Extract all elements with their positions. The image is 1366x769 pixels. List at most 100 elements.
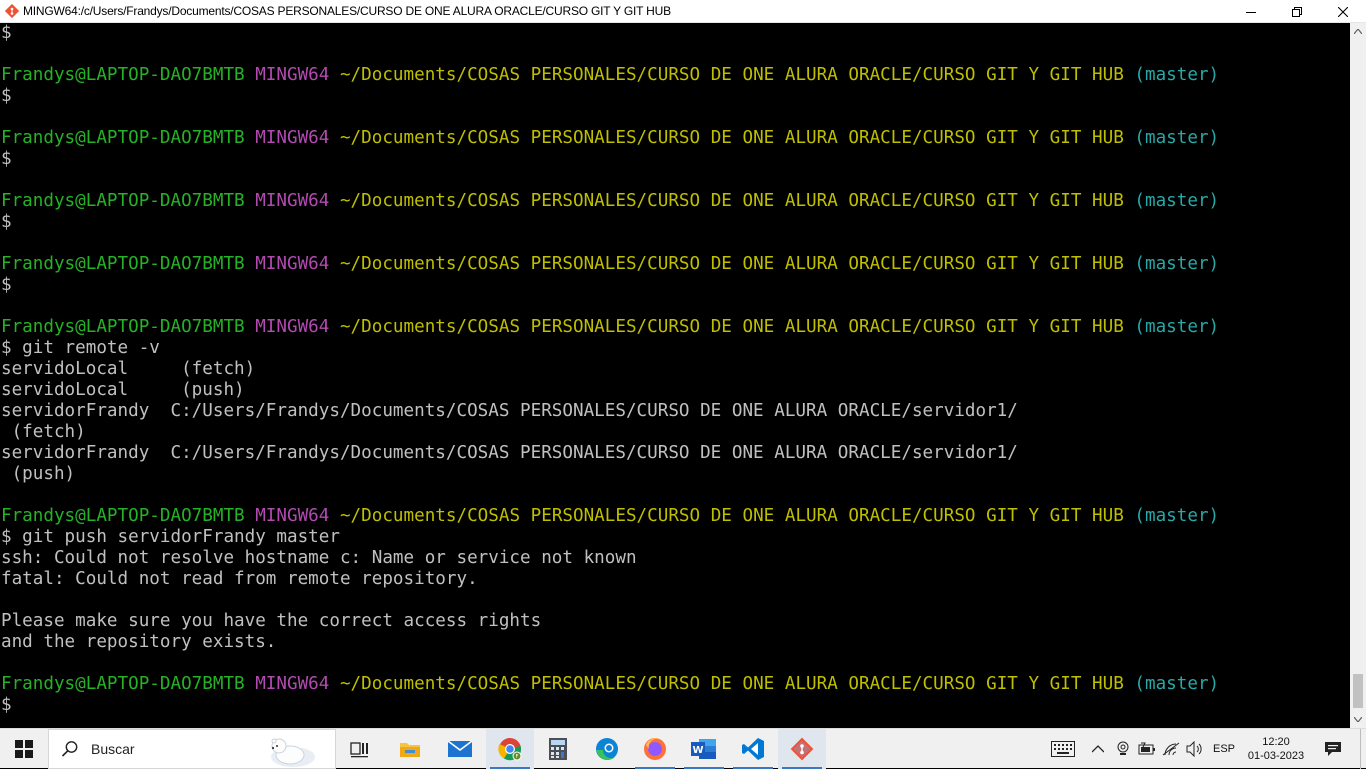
title-bar: MINGW64:/c/Users/Frandys/Documents/COSAS… [0,0,1366,23]
terminal-segment: MINGW64 [255,674,330,694]
file-explorer-button[interactable] [386,729,434,769]
terminal-segment: (master) [1134,506,1220,526]
firefox-button[interactable] [631,729,679,769]
word-icon: W [691,739,716,759]
chevron-down-icon [1354,717,1362,722]
terminal-line: Please make sure you have the correct ac… [1,611,1219,632]
terminal-segment [245,674,256,694]
terminal-scrollbar[interactable] [1350,23,1366,728]
terminal-segment [329,506,340,526]
search-icon [61,741,78,757]
terminal-segment [1124,317,1135,337]
terminal-segment: ssh: Could not resolve hostname c: Name … [1,548,637,568]
terminal-segment [329,317,340,337]
chrome-button[interactable]: F [486,729,534,769]
task-view-button[interactable] [336,729,384,769]
scroll-down-arrow[interactable] [1350,711,1366,728]
show-desktop-button[interactable] [1360,729,1366,769]
terminal-segment: (master) [1134,128,1220,148]
terminal-segment [329,191,340,211]
terminal-line: (fetch) [1,422,1219,443]
close-button[interactable] [1320,0,1366,23]
terminal-segment: $ [1,212,12,232]
taskbar: Buscar F W ESP 12:20 01-03-2023 [0,728,1366,769]
terminal-segment: servidorFrandy C:/Users/Frandys/Document… [1,401,1018,421]
input-language-button[interactable]: ESP [1209,729,1239,769]
volume-button[interactable] [1183,729,1207,769]
chevron-up-icon [1092,745,1104,753]
notification-icon [1325,742,1341,756]
window-title: MINGW64:/c/Users/Frandys/Documents/COSAS… [23,4,671,18]
word-button[interactable]: W [680,729,728,769]
meet-now-button[interactable] [1111,729,1135,769]
minimize-button[interactable] [1228,0,1274,23]
terminal-segment: Frandys@LAPTOP-DAO7BMTB [1,191,245,211]
terminal-segment: Frandys@LAPTOP-DAO7BMTB [1,506,245,526]
terminal-segment: (master) [1134,191,1220,211]
battery-icon [1138,742,1155,755]
terminal-segment: $ git remote -v [1,338,160,358]
scroll-thumb[interactable] [1353,674,1363,708]
terminal-segment: servidoLocal (push) [1,380,245,400]
terminal-segment: (master) [1134,674,1220,694]
touch-keyboard-button[interactable] [1046,729,1080,769]
terminal-line: $ [1,275,1219,296]
git-bash-button[interactable] [778,729,826,769]
calculator-button[interactable] [534,729,582,769]
scroll-up-arrow[interactable] [1350,23,1366,40]
terminal-segment: MINGW64 [255,317,330,337]
terminal-segment: ~/Documents/COSAS PERSONALES/CURSO DE ON… [339,191,1124,211]
terminal-line: $ git remote -v [1,338,1219,359]
terminal-segment: (master) [1134,317,1220,337]
vscode-icon [742,738,764,760]
terminal-segment: ~/Documents/COSAS PERSONALES/CURSO DE ON… [339,128,1124,148]
network-button[interactable] [1159,729,1183,769]
terminal-segment [245,506,256,526]
vscode-button[interactable] [729,729,777,769]
terminal-segment [329,254,340,274]
terminal-segment [245,191,256,211]
terminal-segment: Frandys@LAPTOP-DAO7BMTB [1,128,245,148]
chrome-icon: F [498,738,522,761]
terminal-segment: Frandys@LAPTOP-DAO7BMTB [1,317,245,337]
start-button[interactable] [0,729,48,769]
terminal-segment [329,65,340,85]
terminal-line: servidoLocal (push) [1,380,1219,401]
edge-icon [596,738,618,760]
show-hidden-icons-button[interactable] [1088,729,1108,769]
terminal-output[interactable]: $ Frandys@LAPTOP-DAO7BMTB MINGW64 ~/Docu… [0,23,1350,728]
terminal-line: $ [1,23,1219,44]
terminal-line: servidorFrandy C:/Users/Frandys/Document… [1,401,1219,422]
edge-button[interactable] [583,729,631,769]
clock-time: 12:20 [1262,736,1290,748]
taskbar-search[interactable]: Buscar [48,729,336,769]
terminal-segment [245,317,256,337]
terminal-segment: ~/Documents/COSAS PERSONALES/CURSO DE ON… [339,65,1124,85]
terminal-segment [1124,191,1135,211]
terminal-segment: MINGW64 [255,506,330,526]
battery-button[interactable] [1135,729,1159,769]
terminal-segment: (master) [1134,65,1220,85]
polar-bear-icon [271,738,315,767]
terminal-segment: MINGW64 [255,128,330,148]
mail-button[interactable] [436,729,484,769]
terminal-segment [1124,674,1135,694]
terminal-line: Frandys@LAPTOP-DAO7BMTB MINGW64 ~/Docume… [1,191,1219,212]
terminal-line: Frandys@LAPTOP-DAO7BMTB MINGW64 ~/Docume… [1,674,1219,695]
terminal-segment: ~/Documents/COSAS PERSONALES/CURSO DE ON… [339,254,1124,274]
terminal-segment: $ [1,23,12,43]
terminal-line: $ [1,86,1219,107]
git-bash-icon [4,3,20,19]
close-icon [1338,6,1348,17]
terminal-segment [1124,65,1135,85]
notifications-button[interactable] [1316,729,1350,769]
clock-button[interactable]: 12:20 01-03-2023 [1242,729,1310,769]
restore-button[interactable] [1274,0,1320,23]
terminal-segment: Please make sure you have the correct ac… [1,611,542,631]
restore-icon [1292,6,1302,17]
terminal-line: Frandys@LAPTOP-DAO7BMTB MINGW64 ~/Docume… [1,254,1219,275]
